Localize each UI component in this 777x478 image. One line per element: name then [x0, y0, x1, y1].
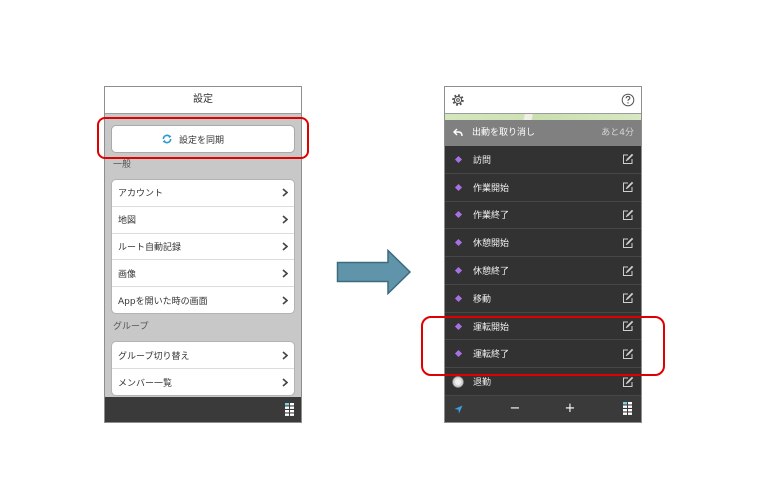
zoom-out-button[interactable]: − — [507, 396, 523, 422]
remaining-time: あと4分 — [601, 128, 634, 138]
diamond-icon — [454, 183, 463, 191]
action-item-work-start[interactable]: 作業開始 — [445, 173, 641, 202]
grid-icon[interactable] — [285, 403, 294, 416]
settings-item-label: メンバー一覧 — [118, 378, 173, 389]
action-label: 退勤 — [473, 378, 492, 389]
grid-icon[interactable] — [623, 402, 632, 415]
circle-icon — [452, 375, 464, 388]
transition-arrow — [336, 249, 412, 295]
diamond-icon — [454, 239, 463, 247]
chevron-right-icon — [282, 242, 288, 251]
edit-icon[interactable] — [622, 265, 634, 277]
action-label: 移動 — [473, 294, 492, 305]
group-settings-list: グループ切り替え メンバー一覧 — [111, 341, 295, 396]
action-header — [445, 87, 641, 114]
settings-item-auto-route[interactable]: ルート自動記録 — [112, 234, 294, 261]
chevron-right-icon — [282, 295, 288, 305]
settings-item-map[interactable]: 地図 — [112, 207, 294, 234]
chevron-right-icon — [282, 188, 288, 197]
action-label: 作業開始 — [473, 183, 510, 194]
gear-icon[interactable] — [451, 93, 465, 107]
settings-item-label: ルート自動記録 — [118, 242, 182, 253]
settings-item-account[interactable]: アカウント — [112, 180, 294, 207]
location-arrow-icon[interactable] — [454, 405, 463, 414]
bottom-toolbar: − + — [445, 396, 641, 422]
sync-button-highlight — [97, 117, 309, 159]
undo-bar[interactable]: 出動を取り消し あと4分 — [445, 120, 641, 146]
back-arrow-icon — [453, 128, 463, 137]
section-label-general: 一般 — [113, 160, 132, 170]
edit-icon[interactable] — [622, 237, 634, 249]
chevron-right-icon — [282, 215, 288, 224]
edit-icon[interactable] — [622, 376, 634, 388]
help-icon[interactable] — [621, 93, 635, 107]
settings-item-start-screen[interactable]: Appを開いた時の画面 — [112, 287, 294, 313]
drive-actions-highlight — [421, 316, 665, 376]
chevron-right-icon — [282, 269, 288, 278]
bottom-toolbar — [105, 397, 301, 422]
edit-icon[interactable] — [622, 209, 634, 221]
settings-header: 設定 — [105, 87, 301, 114]
settings-item-switch-group[interactable]: グループ切り替え — [112, 342, 294, 369]
edit-icon[interactable] — [622, 153, 634, 165]
edit-icon[interactable] — [622, 181, 634, 193]
settings-item-member-list[interactable]: メンバー一覧 — [112, 369, 294, 395]
settings-item-label: 画像 — [118, 269, 137, 280]
action-label: 作業終了 — [473, 211, 510, 222]
chevron-right-icon — [282, 350, 288, 360]
settings-item-label: グループ切り替え — [118, 351, 190, 362]
settings-item-label: 地図 — [118, 216, 137, 227]
undo-label: 出動を取り消し — [472, 128, 536, 138]
settings-item-image[interactable]: 画像 — [112, 260, 294, 288]
section-label-group: グループ — [113, 322, 149, 332]
general-settings-list: アカウント 地図 ルート自動記録 画像 Appを開いた時の画面 — [111, 179, 295, 314]
diamond-icon — [454, 294, 463, 302]
action-item-break-start[interactable]: 休憩開始 — [445, 229, 641, 258]
settings-item-label: アカウント — [118, 189, 164, 200]
action-item-work-end[interactable]: 作業終了 — [445, 201, 641, 230]
page-title: 設定 — [193, 94, 213, 105]
edit-icon[interactable] — [622, 292, 634, 304]
action-label: 訪問 — [473, 155, 492, 166]
action-label: 休憩終了 — [473, 267, 510, 278]
diamond-icon — [454, 211, 463, 219]
settings-item-label: Appを開いた時の画面 — [118, 296, 208, 307]
chevron-right-icon — [282, 377, 288, 387]
action-item-visit[interactable]: 訪問 — [445, 146, 641, 174]
action-item-break-end[interactable]: 休憩終了 — [445, 257, 641, 285]
zoom-in-button[interactable]: + — [562, 396, 578, 422]
diamond-icon — [454, 155, 463, 163]
action-label: 休憩開始 — [473, 239, 510, 250]
diamond-icon — [454, 266, 463, 275]
action-item-move[interactable]: 移動 — [445, 284, 641, 313]
